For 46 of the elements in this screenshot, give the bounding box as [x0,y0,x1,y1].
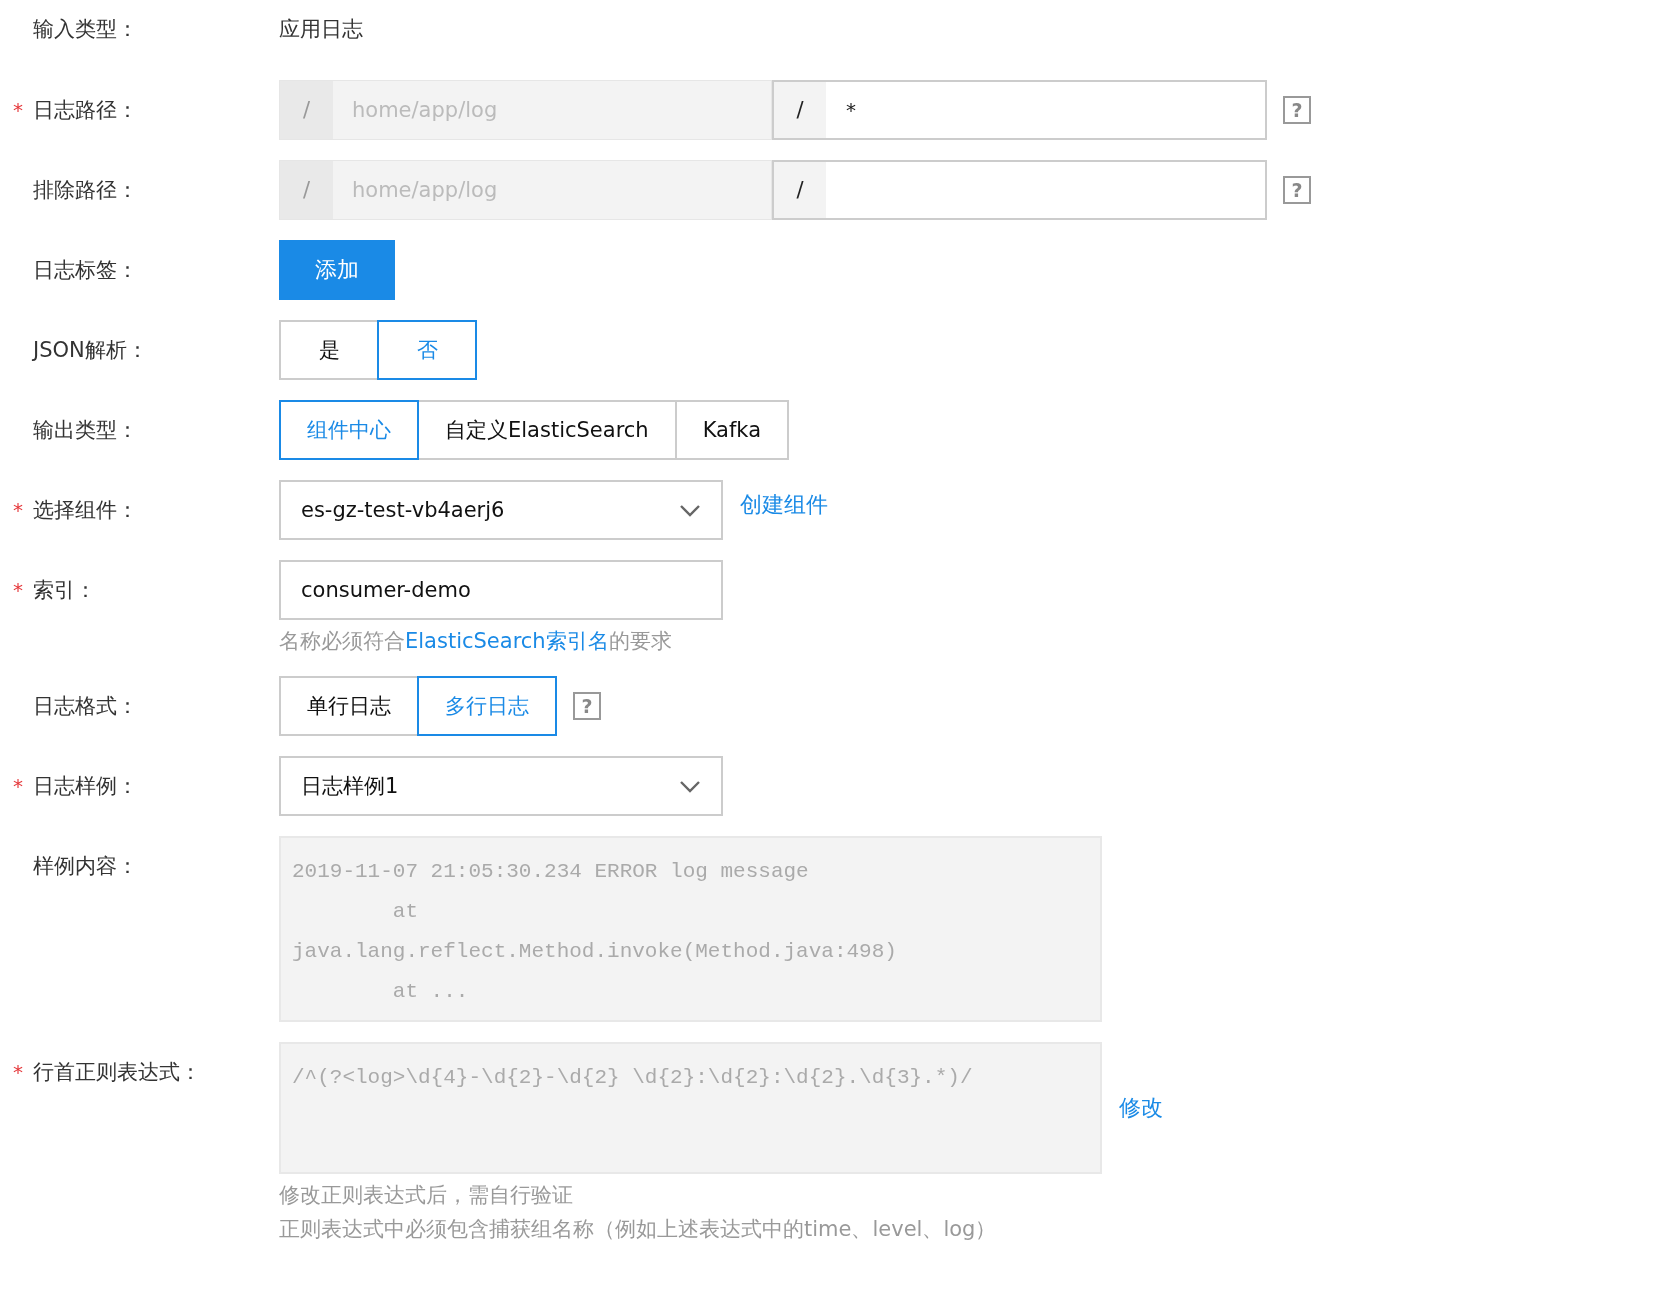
dropdown-select[interactable]: 日志样例1 [279,756,723,816]
option-button[interactable]: 否 [377,320,477,380]
field-label: 日志格式： [33,693,138,720]
regex-box: /^(?<log>\d{4}-\d{2}-\d{2} \d{2}:\d{2}:\d{2}.\d{3}.*)/ [279,1042,1102,1174]
help-icon[interactable]: ? [1283,176,1311,204]
help-icon[interactable]: ? [573,692,601,720]
path-prefix-field: / home/app/log [279,80,772,140]
field-label: 索引： [33,577,96,604]
create-component-link[interactable]: 创建组件 [740,490,828,520]
field-label: 输入类型： [33,16,138,43]
field-value: 应用日志 [279,16,363,43]
path-input-field[interactable]: / [772,160,1267,220]
note-text: 正则表达式中必须包含捕获组名称（例如上述表达式中的time、level、log） [279,1216,998,1243]
edit-link[interactable]: 修改 [1119,1093,1163,1123]
option-button[interactable]: 组件中心 [279,400,419,460]
path-prefix-field: / home/app/log [279,160,772,220]
required-asterisk: * [13,498,24,522]
option-button[interactable]: 单行日志 [279,676,419,736]
field-label: 样例内容： [33,853,138,880]
option-button[interactable]: Kafka [674,400,789,460]
field-label: 排除路径： [33,177,138,204]
note-text: 修改正则表达式后，需自行验证 [279,1182,574,1209]
option-button[interactable]: 多行日志 [417,676,557,736]
option-button[interactable]: 是 [279,320,379,380]
hint-text: 名称必须符合ElasticSearch索引名的要求 [279,628,673,655]
option-button[interactable]: 自定义ElasticSearch [417,400,677,460]
field-label: JSON解析： [33,337,148,364]
chevron-down-icon [679,779,701,793]
dropdown-select[interactable]: es-gz-test-vb4aerj6 [279,480,723,540]
required-asterisk: * [13,98,24,122]
index-input-field[interactable]: consumer-demo [279,560,723,620]
required-asterisk: * [13,578,24,602]
chevron-down-icon [679,503,701,517]
required-asterisk: * [13,1060,24,1084]
required-asterisk: * [13,774,24,798]
field-label: 选择组件： [33,497,138,524]
field-label: 行首正则表达式： [33,1059,201,1086]
sample-content-box: 2019-11-07 21:05:30.234 ERROR log message at java.lang.reflect.Method.invoke(Method.java:498) at ... [279,836,1102,1022]
index-name-link[interactable]: ElasticSearch索引名 [405,629,609,653]
path-input-field[interactable]: / * [772,80,1267,140]
help-icon[interactable]: ? [1283,96,1311,124]
field-label: 日志样例： [33,773,138,800]
field-label: 日志路径： [33,97,138,124]
add-button[interactable]: 添加 [279,240,395,300]
field-label: 日志标签： [33,257,138,284]
field-label: 输出类型： [33,417,138,444]
